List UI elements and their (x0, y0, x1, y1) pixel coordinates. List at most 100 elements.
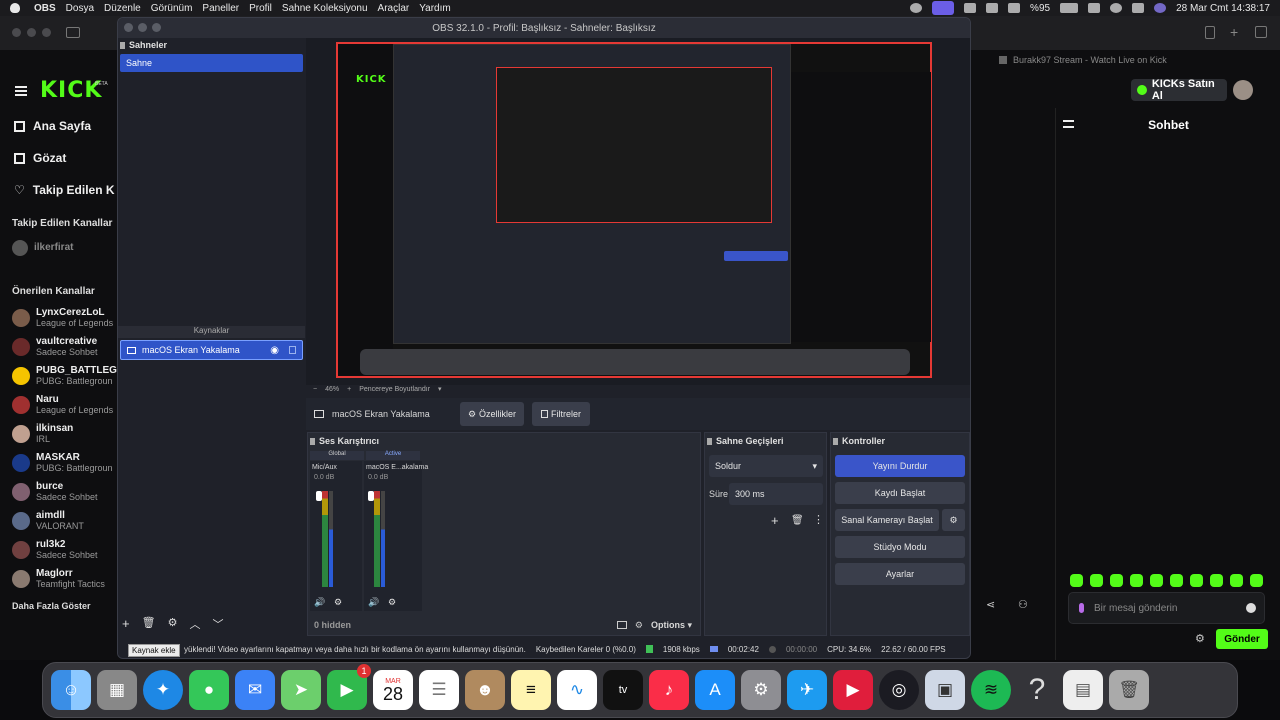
close-window-button[interactable] (12, 28, 21, 37)
zoom-in-icon[interactable]: + (347, 386, 351, 393)
menu-app-obs[interactable]: OBS (34, 3, 56, 14)
menu-dosya[interactable]: Dosya (66, 3, 94, 14)
add-source-icon[interactable]: + (122, 616, 130, 632)
zoom-window-button[interactable] (42, 28, 51, 37)
channel-settings-icon[interactable]: ⚙ (388, 597, 396, 608)
emote-icon[interactable] (1130, 574, 1143, 587)
transition-select[interactable]: Soldur ▾ (709, 455, 823, 477)
microphone-icon[interactable] (1079, 603, 1084, 613)
layout-icon[interactable] (616, 621, 627, 629)
emote-icon[interactable] (1170, 574, 1183, 587)
source-settings-icon[interactable]: ⚙ (168, 616, 178, 632)
emote-icon[interactable] (1150, 574, 1163, 587)
obs-zoom-button[interactable] (152, 23, 161, 32)
sidebar-toggle-icon[interactable] (66, 27, 80, 38)
chat-settings-icon[interactable]: ⚙ (1195, 632, 1205, 645)
recommended-channel[interactable]: vaultcreative Sadece Sohbet (0, 332, 120, 361)
battery-percent[interactable]: %95 (1030, 3, 1050, 14)
new-tab-icon[interactable]: + (1230, 24, 1238, 40)
appstore-icon[interactable]: A (695, 670, 735, 710)
share-chat-icon[interactable]: ⋖ (986, 598, 995, 611)
siri-icon[interactable] (1154, 3, 1167, 13)
zoom-level[interactable]: 46% (325, 386, 339, 393)
add-user-icon[interactable]: ⚇ (1018, 598, 1028, 611)
recommended-channel[interactable]: Naru League of Legends (0, 390, 120, 419)
move-down-icon[interactable]: ﹀ (212, 616, 223, 632)
filters-button[interactable]: Filtreler (532, 402, 590, 426)
accessibility-icon[interactable] (1008, 3, 1021, 13)
recommended-channel[interactable]: LynxCerezLoL League of Legends (0, 303, 120, 332)
wifi-icon[interactable] (1088, 3, 1101, 13)
obs-close-button[interactable] (124, 23, 133, 32)
recommended-channel[interactable]: burce Sadece Sohbet (0, 477, 120, 506)
scene-item[interactable]: Sahne (120, 54, 303, 72)
recommended-channel[interactable]: rul3k2 Sadece Sohbet (0, 535, 120, 564)
volume-slider[interactable] (368, 491, 374, 501)
menu-profil[interactable]: Profil (249, 3, 272, 14)
nav-following[interactable]: ♡ Takip Edilen K (0, 174, 120, 206)
ytmusic-icon[interactable]: ▶ (833, 670, 873, 710)
start-recording-button[interactable]: Kaydı Başlat (835, 482, 965, 504)
obs-icon[interactable]: ◎ (879, 670, 919, 710)
emote-icon[interactable] (1210, 574, 1223, 587)
kick-logo[interactable]: KICK (40, 78, 102, 103)
settings-button[interactable]: Ayarlar (835, 563, 965, 585)
recommended-channel[interactable]: aimdll VALORANT (0, 506, 120, 535)
volume-slider[interactable] (316, 491, 322, 501)
zoom-out-icon[interactable]: − (313, 386, 317, 393)
send-button[interactable]: Gönder (1216, 629, 1268, 649)
screen-share-icon[interactable] (932, 1, 955, 15)
datetime[interactable]: 28 Mar Cmt 14:38:17 (1176, 3, 1270, 14)
emote-icon[interactable] (1070, 574, 1083, 587)
zoom-dropdown-icon[interactable]: ▾ (438, 385, 442, 393)
calendar-icon[interactable]: MAR 28 (373, 670, 413, 710)
properties-button[interactable]: ⚙ Özellikler (460, 402, 524, 426)
search-icon[interactable] (1110, 3, 1123, 13)
channel-name[interactable]: Mic/Aux (310, 461, 362, 474)
channel-name[interactable]: macOS E...akalama (364, 461, 428, 474)
browser-tab[interactable]: Burakk97 Stream - Watch Live on Kick (975, 50, 1275, 70)
mute-speaker-icon[interactable]: 🔊 (314, 597, 325, 608)
lock-icon[interactable] (289, 346, 296, 354)
control-center-icon[interactable] (1132, 3, 1145, 13)
spotify-icon[interactable]: ≋ (971, 670, 1011, 710)
settings-icon[interactable]: ⚙ (741, 670, 781, 710)
mute-speaker-icon[interactable]: 🔊 (368, 597, 379, 608)
nav-browse[interactable]: Gözat (0, 142, 120, 174)
appletv-icon[interactable]: tv (603, 670, 643, 710)
fit-to-window[interactable]: Pencereye Boyutlandır (359, 386, 430, 393)
show-more-link[interactable]: Daha Fazla Göster (0, 601, 120, 611)
duration-stepper[interactable]: 300 ms (729, 483, 823, 505)
add-transition-icon[interactable]: + (771, 513, 779, 528)
virtual-camera-settings-button[interactable]: ⚙ (942, 509, 965, 531)
share-icon[interactable] (1205, 26, 1215, 39)
buy-kicks-button[interactable]: KICKs Satın Al (1131, 78, 1227, 102)
maps-icon[interactable]: ➤ (281, 670, 321, 710)
preview-capture[interactable]: KICK (336, 42, 932, 378)
menu-hamburger-icon[interactable] (15, 86, 27, 96)
battery-icon[interactable] (1060, 3, 1079, 13)
profile-avatar[interactable] (1233, 80, 1253, 100)
emote-icon[interactable] (1190, 574, 1203, 587)
preview-icon[interactable]: ▣ (925, 670, 965, 710)
document-icon[interactable]: ▤ (1063, 670, 1103, 710)
obs-minimize-button[interactable] (138, 23, 147, 32)
emoji-icon[interactable] (1246, 603, 1256, 613)
messages-icon[interactable]: ● (189, 670, 229, 710)
recommended-channel[interactable]: MASKAR PUBG: Battlegroun (0, 448, 120, 477)
launchpad-icon[interactable]: ▦ (97, 670, 137, 710)
emote-icon[interactable] (1110, 574, 1123, 587)
recommended-channel[interactable]: Maglorr Teamfight Tactics (0, 564, 120, 593)
menu-araclar[interactable]: Araçlar (378, 3, 410, 14)
mixer-options-button[interactable]: Options ▾ (651, 620, 692, 631)
nav-home[interactable]: Ana Sayfa (0, 110, 120, 142)
tab-overview-icon[interactable] (1255, 26, 1267, 38)
chat-input[interactable]: Bir mesaj gönderin (1068, 592, 1265, 624)
studio-mode-button[interactable]: Stüdyo Modu (835, 536, 965, 558)
trash-icon[interactable]: 🗑 (1109, 670, 1149, 710)
obs-status-icon[interactable] (910, 3, 923, 13)
start-virtual-camera-button[interactable]: Sanal Kamerayı Başlat (835, 509, 939, 531)
mixer-tab-global[interactable]: Global (310, 451, 364, 460)
recommended-channel[interactable]: ilkinsan IRL (0, 419, 120, 448)
contacts-icon[interactable]: ☻ (465, 670, 505, 710)
